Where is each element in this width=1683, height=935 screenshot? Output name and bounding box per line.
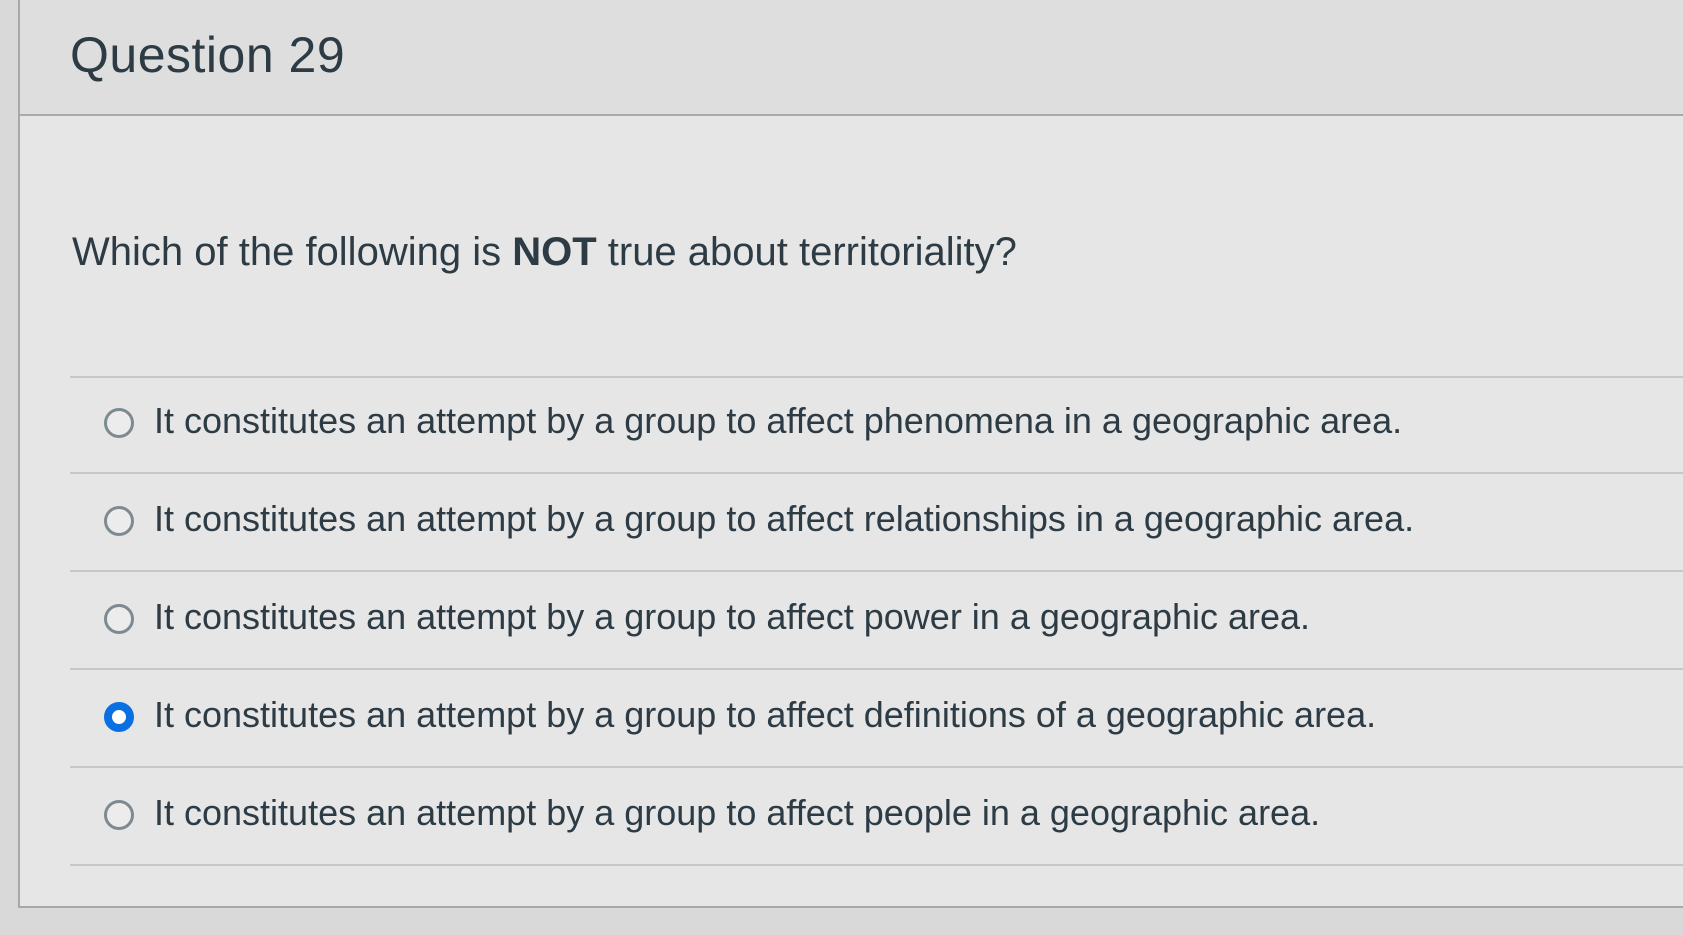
answer-option[interactable]: It constitutes an attempt by a group to … — [70, 768, 1683, 866]
radio-button[interactable] — [104, 408, 134, 438]
answer-label[interactable]: It constitutes an attempt by a group to … — [154, 694, 1376, 736]
question-prompt: Which of the following is NOT true about… — [72, 230, 1017, 275]
prompt-text-after: true about territoriality? — [596, 230, 1017, 274]
radio-button[interactable] — [104, 800, 134, 830]
question-title: Question 29 — [70, 27, 346, 83]
prompt-text-before: Which of the following is — [72, 230, 513, 274]
answer-label[interactable]: It constitutes an attempt by a group to … — [154, 400, 1402, 442]
answer-label[interactable]: It constitutes an attempt by a group to … — [154, 498, 1414, 540]
answer-option[interactable]: It constitutes an attempt by a group to … — [70, 572, 1683, 670]
question-card: Question 29 Which of the following is NO… — [18, 0, 1683, 908]
answer-label[interactable]: It constitutes an attempt by a group to … — [154, 596, 1310, 638]
answer-option[interactable]: It constitutes an attempt by a group to … — [70, 670, 1683, 768]
radio-button-selected[interactable] — [104, 702, 134, 732]
question-header: Question 29 — [20, 0, 1683, 116]
prompt-emphasis: NOT — [512, 230, 597, 274]
radio-button[interactable] — [104, 506, 134, 536]
radio-button[interactable] — [104, 604, 134, 634]
answer-option[interactable]: It constitutes an attempt by a group to … — [70, 474, 1683, 572]
answer-label[interactable]: It constitutes an attempt by a group to … — [154, 792, 1320, 834]
answer-list: It constitutes an attempt by a group to … — [70, 376, 1683, 866]
answer-option[interactable]: It constitutes an attempt by a group to … — [70, 376, 1683, 474]
